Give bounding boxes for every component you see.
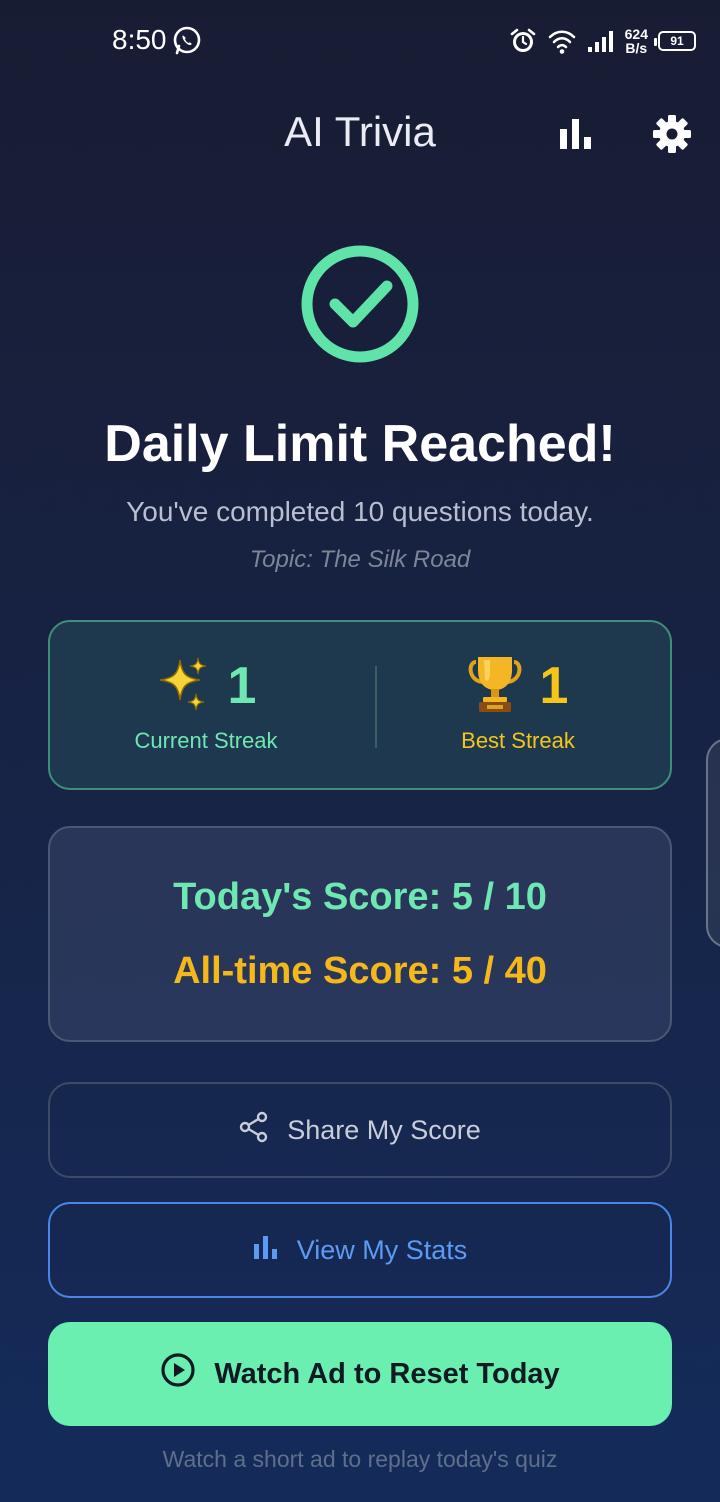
app-title: AI Trivia: [284, 108, 436, 155]
battery-icon: 91: [654, 31, 696, 51]
current-streak-label: Current Streak: [134, 728, 278, 753]
settings-button[interactable]: [646, 110, 698, 162]
current-streak: 1 Current Streak: [50, 652, 362, 754]
battery-level: 91: [670, 34, 684, 48]
bar-chart-icon: [558, 117, 594, 156]
status-bar: 8:50 624 B/s 91: [0, 0, 720, 82]
wifi-icon: [547, 27, 577, 55]
share-score-label: Share My Score: [287, 1114, 481, 1145]
view-stats-label: View My Stats: [296, 1234, 468, 1265]
net-speed: 624 B/s: [625, 27, 648, 55]
stats-button[interactable]: [552, 112, 600, 160]
play-circle-icon: [160, 1352, 196, 1396]
share-score-button[interactable]: Share My Score: [48, 1082, 672, 1178]
trophy-icon: [468, 654, 522, 719]
alarm-icon: [509, 27, 537, 55]
status-icons: 624 B/s 91: [509, 24, 696, 58]
current-streak-value: 1: [227, 657, 257, 715]
topic-label: Topic: The Silk Road: [249, 546, 471, 573]
best-streak: 1 Best Streak: [362, 652, 674, 754]
today-score: Today's Score: 5 / 10: [173, 876, 547, 918]
score-card: Today's Score: 5 / 10 All-time Score: 5 …: [48, 826, 672, 1042]
watch-ad-label: Watch Ad to Reset Today: [214, 1357, 560, 1390]
gear-icon: [652, 114, 692, 159]
all-time-score: All-time Score: 5 / 40: [173, 950, 547, 992]
share-icon: [239, 1111, 269, 1150]
sparkles-icon: [156, 656, 210, 717]
best-streak-label: Best Streak: [461, 728, 575, 753]
view-stats-button[interactable]: View My Stats: [48, 1202, 672, 1298]
watch-ad-button[interactable]: Watch Ad to Reset Today: [48, 1322, 672, 1426]
page-title: Daily Limit Reached!: [104, 415, 616, 473]
completion-message: You've completed 10 questions today.: [126, 496, 594, 527]
bar-chart-icon: [253, 1234, 279, 1267]
signal-icon: [587, 29, 615, 53]
net-speed-unit: B/s: [625, 40, 648, 56]
streak-card: 1 Current Streak 1 Best Streak: [48, 620, 672, 790]
whatsapp-icon: [172, 26, 202, 56]
net-speed-value: 624: [624, 26, 648, 42]
edge-panel-handle[interactable]: [706, 738, 720, 948]
watch-ad-footnote: Watch a short ad to replay today's quiz: [162, 1446, 558, 1472]
status-time: 8:50: [112, 24, 167, 55]
check-circle-icon: [300, 244, 420, 364]
best-streak-value: 1: [539, 657, 569, 715]
